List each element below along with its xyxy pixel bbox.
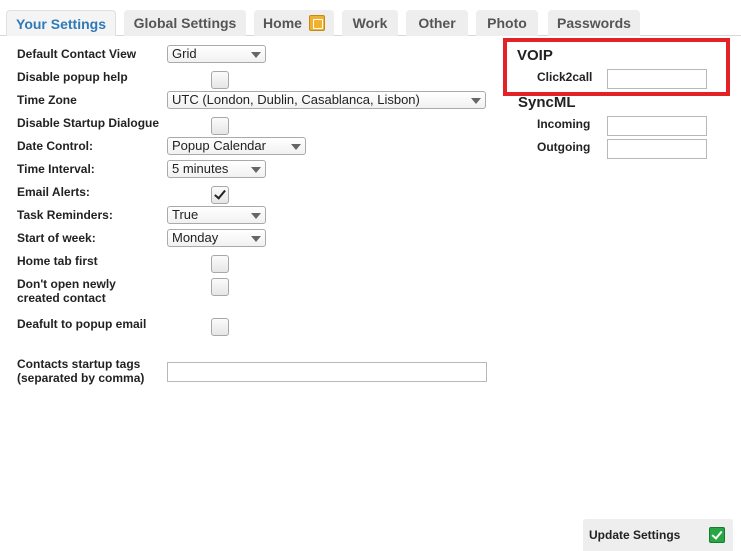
checkmark-icon <box>709 527 725 543</box>
tab-label: Home <box>263 15 302 31</box>
settings-tab-bar: Your Settings Global Settings Home Work … <box>0 0 741 36</box>
contacts-startup-tags-label: Contacts startup tags (separated by comm… <box>17 357 144 385</box>
dont-open-new-contact-label: Don't open newly created contact <box>17 277 116 305</box>
tab-label: Passwords <box>557 15 631 31</box>
email-alerts-checkbox[interactable] <box>211 186 229 204</box>
incoming-label: Incoming <box>537 117 591 131</box>
selected-value: Monday <box>172 230 219 245</box>
selected-value: Popup Calendar <box>172 138 266 153</box>
task-reminders-select[interactable]: True <box>167 206 266 224</box>
tab-photo[interactable]: Photo <box>476 10 538 36</box>
contacts-startup-tags-input[interactable] <box>167 362 487 382</box>
start-of-week-select[interactable]: Monday <box>167 229 266 247</box>
selected-value: True <box>172 207 199 222</box>
tab-label: Photo <box>487 15 527 31</box>
time-zone-label: Time Zone <box>17 93 77 107</box>
time-interval-select[interactable]: 5 minutes <box>167 160 266 178</box>
selected-value: Grid <box>172 46 197 61</box>
chevron-down-icon <box>471 98 481 104</box>
update-settings-label: Update Settings <box>589 528 681 542</box>
start-of-week-label: Start of week: <box>17 231 96 245</box>
tab-passwords[interactable]: Passwords <box>548 10 640 36</box>
tab-label: Global Settings <box>133 15 237 31</box>
home-tab-first-label: Home tab first <box>17 254 98 268</box>
time-zone-select[interactable]: UTC (London, Dublin, Casablanca, Lisbon) <box>167 91 486 109</box>
selected-value: UTC (London, Dublin, Casablanca, Lisbon) <box>172 92 420 107</box>
click2call-input[interactable] <box>607 69 707 89</box>
tab-your-settings[interactable]: Your Settings <box>6 10 116 36</box>
chevron-down-icon <box>291 144 301 150</box>
update-settings-button[interactable]: Update Settings <box>583 519 733 551</box>
tab-label: Work <box>352 15 388 31</box>
label-line: (separated by comma) <box>17 371 145 385</box>
dont-open-new-contact-checkbox[interactable] <box>211 278 229 296</box>
disable-popup-help-checkbox[interactable] <box>211 71 229 89</box>
chevron-down-icon <box>251 167 261 173</box>
tab-other[interactable]: Other <box>406 10 468 36</box>
voip-title: VOIP <box>517 47 553 64</box>
label-line: Contacts startup tags <box>17 357 141 371</box>
default-popup-email-label: Deafult to popup email <box>17 317 147 331</box>
outgoing-input[interactable] <box>607 139 707 159</box>
tab-global-settings[interactable]: Global Settings <box>124 10 246 36</box>
checkmark-icon <box>214 187 226 200</box>
default-contact-view-label: Default Contact View <box>17 47 137 61</box>
chevron-down-icon <box>251 236 261 242</box>
disable-startup-dialogue-label: Disable Startup Dialogue <box>17 116 160 130</box>
time-interval-label: Time Interval: <box>17 162 95 176</box>
home-settings-icon <box>308 15 325 31</box>
chevron-down-icon <box>251 213 261 219</box>
label-line: Don't open newly <box>17 277 116 291</box>
default-popup-email-checkbox[interactable] <box>211 318 229 336</box>
tab-label: Your Settings <box>16 15 106 32</box>
home-tab-first-checkbox[interactable] <box>211 255 229 273</box>
click2call-label: Click2call <box>537 70 593 84</box>
disable-startup-dialogue-checkbox[interactable] <box>211 117 229 135</box>
date-control-select[interactable]: Popup Calendar <box>167 137 306 155</box>
tab-label: Other <box>418 15 456 31</box>
disable-popup-help-label: Disable popup help <box>17 70 128 84</box>
tab-work[interactable]: Work <box>342 10 398 36</box>
default-contact-view-select[interactable]: Grid <box>167 45 266 63</box>
email-alerts-label: Email Alerts: <box>17 185 90 199</box>
tab-home[interactable]: Home <box>254 10 334 36</box>
task-reminders-label: Task Reminders: <box>17 208 113 222</box>
outgoing-label: Outgoing <box>537 140 591 154</box>
incoming-input[interactable] <box>607 116 707 136</box>
selected-value: 5 minutes <box>172 161 229 176</box>
chevron-down-icon <box>251 52 261 58</box>
date-control-label: Date Control: <box>17 139 93 153</box>
label-line: created contact <box>17 291 106 305</box>
syncml-title: SyncML <box>518 94 576 111</box>
